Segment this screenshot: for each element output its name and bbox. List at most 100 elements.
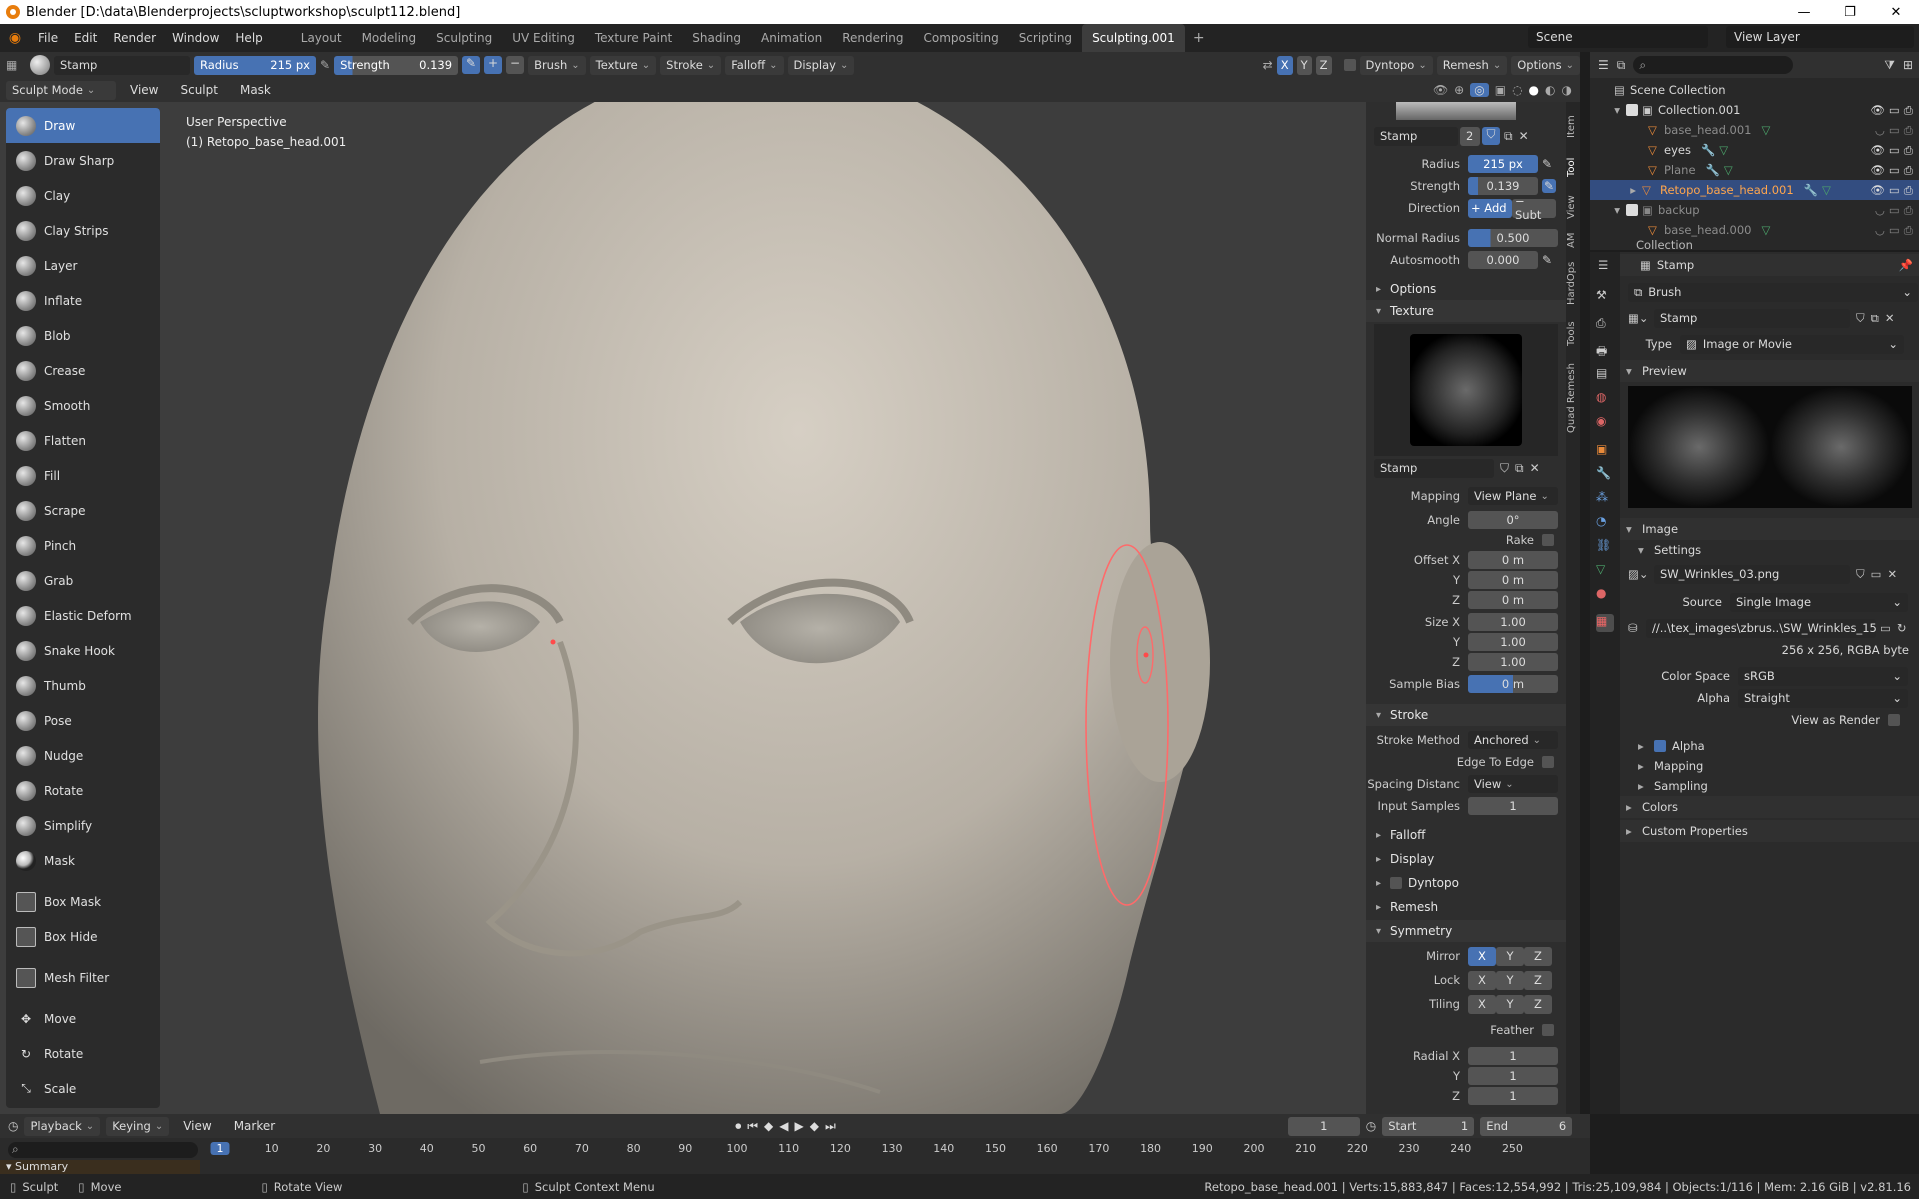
sidetab-view[interactable]: View (1566, 192, 1580, 222)
symmetry-panel-header[interactable]: ▾ Symmetry (1366, 920, 1566, 942)
timeline-marker-menu[interactable]: Marker (226, 1119, 283, 1133)
xray-icon[interactable]: ▣ (1495, 83, 1506, 97)
props-unlink-icon[interactable]: ✕ (1885, 311, 1895, 325)
modifier-tab-icon[interactable]: 🔧 (1596, 466, 1614, 484)
tiling-y-button[interactable]: Y (1496, 994, 1524, 1014)
tool-clay[interactable]: Clay (6, 178, 160, 213)
tool-layer[interactable]: Layer (6, 248, 160, 283)
render-camera-icon[interactable]: ⎙ (1904, 203, 1913, 218)
overlay-icon[interactable]: ◎ (1470, 83, 1489, 97)
keying-menu[interactable]: Keying (106, 1116, 170, 1136)
size-x-field[interactable]: 1.00 (1468, 613, 1558, 631)
tool-scale[interactable]: ⤡ Scale (6, 1071, 160, 1106)
physics-tab-icon[interactable]: ◔ (1596, 514, 1614, 532)
tool-box-hide[interactable]: Box Hide (6, 919, 160, 954)
brush-users-count[interactable]: 2 (1460, 126, 1480, 146)
menu-file[interactable]: File (30, 31, 66, 45)
stroke-panel-header[interactable]: ▾ Stroke (1366, 704, 1566, 726)
tool-mesh-filter[interactable]: Mesh Filter (6, 960, 160, 995)
outliner-search-field[interactable]: ⌕ (1633, 56, 1794, 74)
tool-simplify[interactable]: Simplify (6, 808, 160, 843)
display-mode-icon[interactable]: ⧉ (1617, 58, 1626, 73)
object-tab-icon[interactable]: ▣ (1596, 442, 1614, 460)
summary-row[interactable]: ▾ Summary (0, 1160, 200, 1174)
radius-field[interactable]: Radius 215 px (194, 55, 316, 75)
render-camera-icon[interactable]: ⎙ (1904, 123, 1913, 138)
pin-icon[interactable]: 📌 (1899, 258, 1913, 272)
menu-mask[interactable]: Mask (232, 83, 279, 97)
brush-datablock-name[interactable]: Stamp (1374, 126, 1458, 146)
props-editor-icon[interactable]: ☰ (1598, 258, 1620, 272)
visibility-eye-icon[interactable]: 👁 (1870, 163, 1885, 177)
symmetry-x-button[interactable]: X (1276, 55, 1293, 75)
props-fake-user-icon[interactable]: ⛉ (1856, 311, 1865, 326)
image-browse-icon[interactable]: ▨⌄ (1628, 567, 1654, 581)
tool-fill[interactable]: Fill (6, 458, 160, 493)
scene-selector[interactable]: Scene (1528, 26, 1708, 48)
material-tab-icon[interactable]: ● (1596, 586, 1614, 604)
tool-move[interactable]: ✥ Move (6, 1001, 160, 1036)
brush-preview-icon[interactable] (30, 55, 50, 75)
viewport-display-icon[interactable]: ▭ (1889, 103, 1900, 117)
viewport-display-icon[interactable]: ▭ (1889, 123, 1900, 137)
color-space-dropdown[interactable]: sRGB ⌄ (1738, 666, 1908, 686)
outliner-row-base-head-000[interactable]: ▽ base_head.000 ▽ ◡ ▭ ⎙ (1590, 220, 1919, 240)
sidetab-tools[interactable]: Tools (1566, 316, 1580, 352)
tool-tab-icon[interactable]: ⚒ (1596, 288, 1614, 306)
jump-start-icon[interactable]: ⏮ (747, 1119, 758, 1134)
texture-unlink-icon[interactable]: ✕ (1530, 461, 1540, 475)
render-camera-icon[interactable]: ⎙ (1904, 163, 1913, 178)
stroke-method-dropdown[interactable]: Anchored (1468, 731, 1558, 749)
texture-datablock-name[interactable]: Stamp (1374, 458, 1494, 478)
tab-layout[interactable]: Layout (291, 24, 352, 52)
tool-mask[interactable]: Mask (6, 843, 160, 878)
add-workspace-icon[interactable]: + (1185, 30, 1213, 46)
tool-inflate[interactable]: Inflate (6, 283, 160, 318)
texture-fake-user-icon[interactable]: ⛉ (1500, 461, 1509, 476)
start-frame-field[interactable]: Start 1 (1382, 1116, 1475, 1136)
subtract-direction-icon[interactable]: − (506, 56, 525, 74)
visibility-icon[interactable]: 👁 (1433, 83, 1448, 97)
radius-pressure-icon[interactable]: ✎ (1542, 157, 1552, 171)
preview-panel-header[interactable]: ▾ Preview (1620, 360, 1919, 382)
prev-keyframe-icon[interactable]: ◆ (764, 1119, 773, 1133)
tool-clay-strips[interactable]: Clay Strips (6, 213, 160, 248)
collection-001-checkbox[interactable] (1626, 104, 1638, 116)
brush-context-dropdown[interactable]: ⧉ Brush ⌄ (1628, 282, 1918, 302)
output-tab-icon[interactable]: 🖶 (1596, 342, 1614, 360)
spacing-dropdown[interactable]: View (1468, 775, 1558, 793)
props-duplicate-icon[interactable]: ⧉ (1871, 311, 1879, 326)
render-camera-icon[interactable]: ⎙ (1904, 223, 1913, 238)
angle-field[interactable]: 0° (1468, 511, 1558, 529)
texture-browse-icon[interactable]: ▦⌄ (1628, 311, 1654, 325)
3d-viewport[interactable] (0, 102, 1366, 1114)
mapping-dropdown[interactable]: View Plane (1468, 487, 1558, 505)
filter-icon[interactable]: ⧩ (1884, 58, 1895, 73)
outliner-row-eyes[interactable]: ▽ eyes 🔧 ▽ 👁 ▭ ⎙ (1590, 140, 1919, 160)
settings-subpanel-header[interactable]: ▾ Settings (1620, 540, 1919, 560)
edge-to-edge-checkbox[interactable] (1542, 756, 1554, 768)
normal-radius-field[interactable]: 0.500 (1468, 229, 1558, 247)
alpha-checkbox[interactable] (1654, 740, 1666, 752)
lock-y-button[interactable]: Y (1496, 970, 1524, 990)
image-unlink-icon[interactable]: ✕ (1888, 567, 1898, 581)
tool-elastic-deform[interactable]: Elastic Deform (6, 598, 160, 633)
autosmooth-field[interactable]: 0.000 (1468, 251, 1538, 269)
outliner-row-collection-001[interactable]: ▾ ▣ Collection.001 👁 ▭ ⎙ (1590, 100, 1919, 120)
viewport-display-icon[interactable]: ▭ (1889, 183, 1900, 197)
tab-sculpting-001[interactable]: Sculpting.001 (1082, 24, 1185, 52)
blender-menu-icon[interactable]: ◉ (0, 30, 30, 46)
render-camera-icon[interactable]: ⎙ (1904, 183, 1913, 198)
mirror-z-button[interactable]: Z (1524, 946, 1552, 966)
hidden-eye-icon[interactable]: ◡ (1875, 123, 1885, 137)
timeline-search-field[interactable]: ⌕ (8, 1142, 198, 1158)
tiling-x-button[interactable]: X (1468, 994, 1496, 1014)
record-icon[interactable]: ⏺ (735, 1119, 741, 1134)
sidetab-hardops[interactable]: HardOps (1566, 258, 1580, 308)
offset-x-field[interactable]: 0 m (1468, 551, 1558, 569)
sidetab-quad-remesh[interactable]: Quad Remesh (1566, 358, 1580, 438)
direction-add-button[interactable]: + Add (1468, 198, 1512, 218)
view-layer-selector[interactable]: View Layer (1726, 26, 1914, 48)
symmetry-z-button[interactable]: Z (1315, 55, 1332, 75)
mapping-subpanel-header[interactable]: ▸ Mapping (1620, 756, 1919, 776)
